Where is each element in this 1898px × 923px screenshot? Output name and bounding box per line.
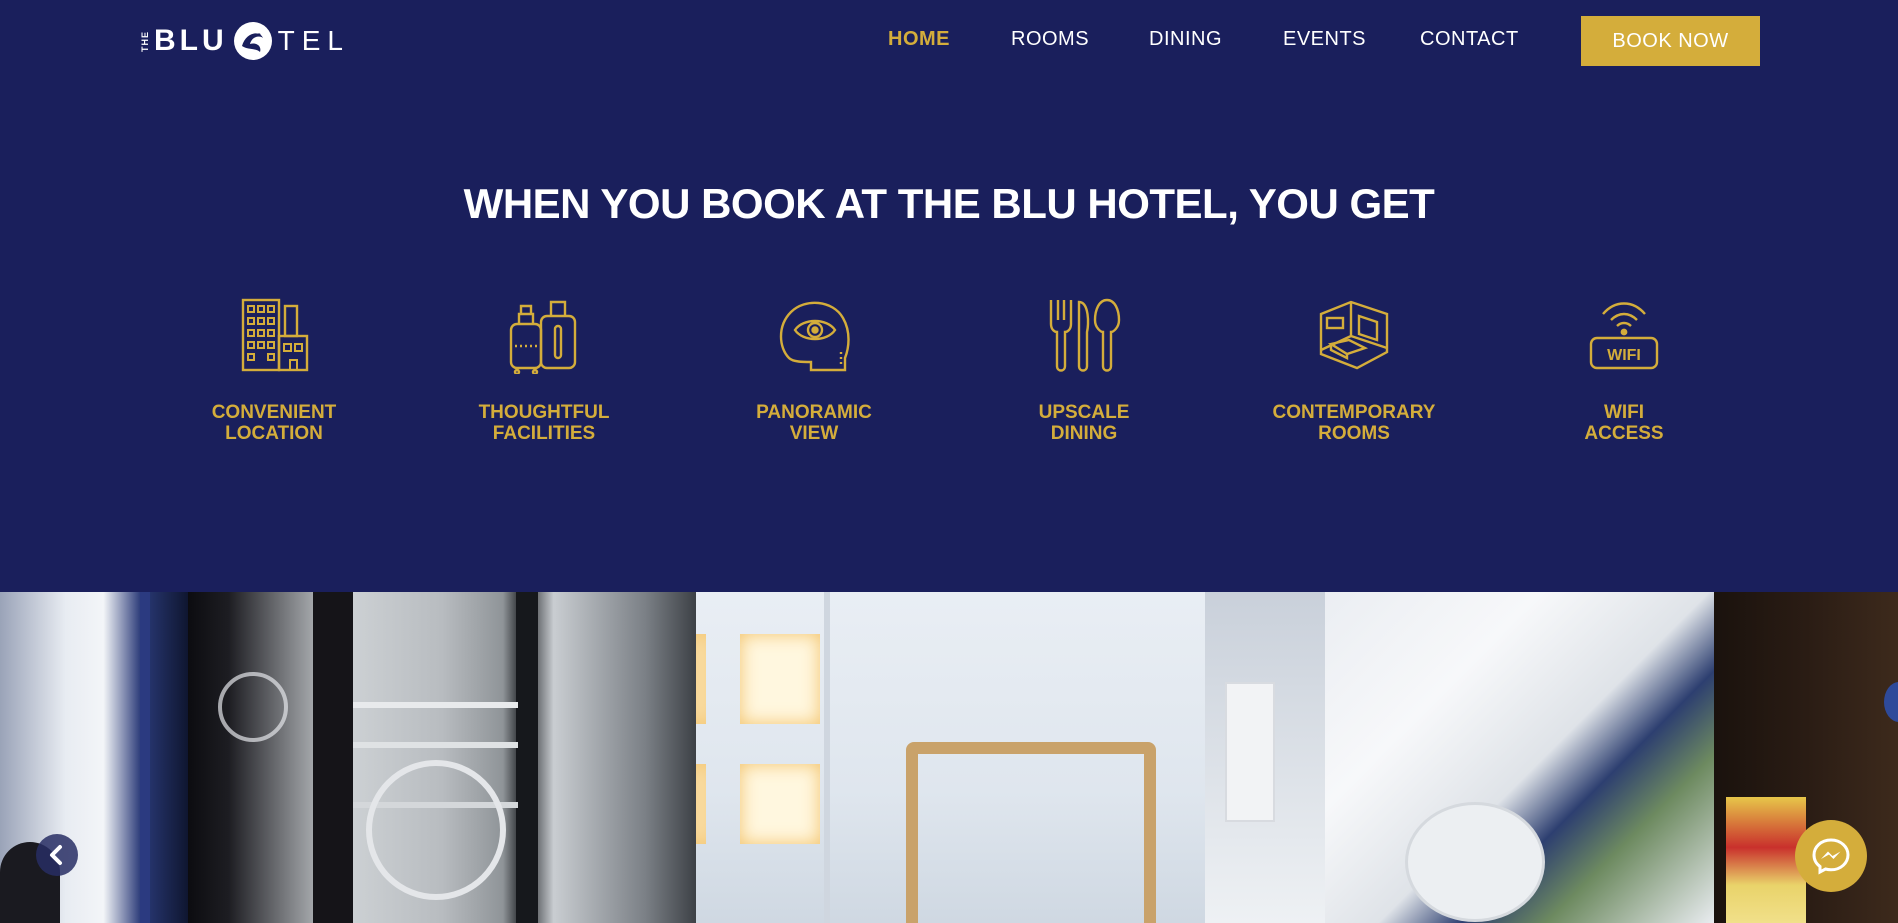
section-heading: WHEN YOU BOOK AT THE BLU HOTEL, YOU GET	[463, 180, 1435, 227]
luggage-icon	[509, 300, 577, 374]
feature-label: CONTEMPORARY ROOMS	[1272, 402, 1436, 444]
gallery-prev-button[interactable]	[36, 834, 78, 876]
nav-events[interactable]: EVENTS	[1283, 28, 1366, 51]
feature-convenient-location: CONVENIENT LOCATION	[164, 296, 384, 444]
logo-blu-text: BLU	[154, 24, 228, 57]
photo-gallery[interactable]	[0, 592, 1898, 923]
logo-the-text: THE	[140, 30, 150, 52]
room-icon	[1319, 300, 1389, 370]
cutlery-icon	[1049, 298, 1121, 372]
site-header: THE BLU TEL HOME ROOMS DINING EVENTS CON…	[0, 0, 1898, 82]
feature-label: WIFI ACCESS	[1584, 402, 1664, 444]
gallery-photo-lounge	[1205, 592, 1714, 923]
eye-head-icon	[779, 301, 850, 372]
hotel-logo[interactable]: THE BLU TEL	[140, 18, 350, 64]
feature-label: PANORAMIC VIEW	[756, 402, 872, 444]
gallery-photo-glass-door	[188, 592, 696, 923]
feature-label: CONVENIENT LOCATION	[211, 402, 337, 444]
feature-label: THOUGHTFUL FACILITIES	[478, 402, 610, 444]
feature-panoramic-view: PANORAMIC VIEW	[704, 296, 924, 444]
nav-dining[interactable]: DINING	[1149, 28, 1222, 51]
feature-contemporary-rooms: CONTEMPORARY ROOMS	[1244, 296, 1464, 444]
feature-thoughtful-facilities: THOUGHTFUL FACILITIES	[434, 296, 654, 444]
logo-tel-text: TEL	[277, 25, 351, 56]
dolphin-emblem-icon	[366, 760, 506, 900]
building-icon	[241, 298, 309, 372]
logo-emblem-icon	[233, 22, 272, 60]
messenger-chat-button[interactable]	[1795, 820, 1867, 892]
feature-wifi-access: WIFI WIFI ACCESS	[1514, 296, 1734, 444]
gallery-photo-mirror	[696, 592, 1205, 923]
gallery-photo-window	[0, 592, 188, 923]
feature-upscale-dining: UPSCALE DINING	[974, 296, 1194, 444]
messenger-icon	[1812, 838, 1850, 875]
nav-home[interactable]: HOME	[888, 28, 950, 51]
feature-label: UPSCALE DINING	[1038, 402, 1130, 444]
svg-text:WIFI: WIFI	[1607, 347, 1641, 364]
chevron-left-icon	[50, 845, 62, 865]
book-now-button[interactable]: BOOK NOW	[1581, 16, 1760, 66]
nav-contact[interactable]: CONTACT	[1420, 28, 1519, 51]
wifi-icon: WIFI	[1589, 302, 1659, 370]
nav-rooms[interactable]: ROOMS	[1011, 28, 1089, 51]
